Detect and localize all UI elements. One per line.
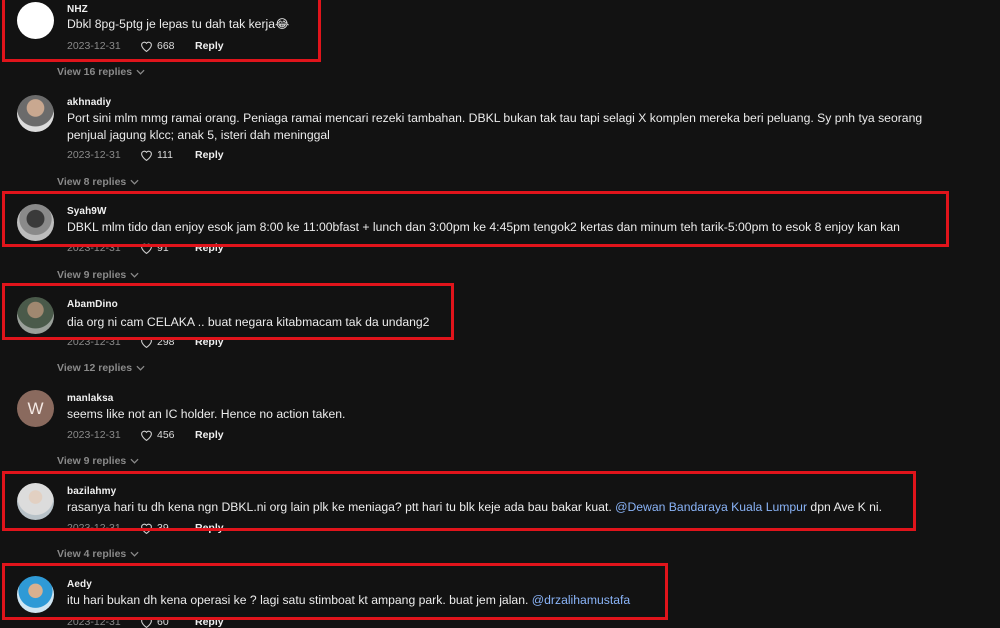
comment-meta: 2023-12-31 668 Reply bbox=[67, 40, 224, 52]
comment-text: Dbkl 8pg-5ptg je lepas tu dah tak kerja😂 bbox=[67, 17, 290, 31]
view-replies-button[interactable]: View 4 replies bbox=[57, 548, 139, 560]
view-replies-button[interactable]: View 12 replies bbox=[57, 362, 145, 374]
view-replies-button[interactable]: View 9 replies bbox=[57, 269, 139, 281]
chevron-down-icon bbox=[136, 69, 145, 75]
comment-meta: 2023-12-31 456 Reply bbox=[67, 429, 224, 441]
view-replies-button[interactable]: View 16 replies bbox=[57, 66, 145, 78]
like-button[interactable]: 456 bbox=[140, 429, 195, 441]
mention-link[interactable]: @drzalihamustafa bbox=[532, 593, 630, 607]
like-button[interactable]: 298 bbox=[140, 336, 195, 348]
reply-button[interactable]: Reply bbox=[195, 149, 224, 161]
comment-text: rasanya hari tu dh kena ngn DBKL.ni org … bbox=[67, 499, 967, 516]
like-count: 456 bbox=[157, 429, 175, 441]
heart-icon bbox=[141, 150, 152, 161]
heart-icon bbox=[141, 337, 152, 348]
like-button[interactable]: 111 bbox=[140, 149, 195, 161]
comment-meta: 2023-12-31 111 Reply bbox=[67, 149, 224, 161]
view-replies-label: View 9 replies bbox=[57, 455, 127, 467]
highlight-box bbox=[2, 283, 454, 340]
comment-username[interactable]: bazilahmy bbox=[67, 486, 116, 497]
comment-username[interactable]: NHZ bbox=[67, 4, 88, 15]
heart-icon bbox=[141, 430, 152, 441]
like-count: 60 bbox=[157, 616, 169, 628]
heart-icon bbox=[141, 243, 152, 254]
avatar[interactable] bbox=[17, 2, 54, 39]
comment-meta: 2023-12-31 91 Reply bbox=[67, 242, 224, 254]
like-count: 39 bbox=[157, 522, 169, 534]
reply-button[interactable]: Reply bbox=[195, 522, 224, 534]
comment-text: Port sini mlm mmg ramai orang. Peniaga r… bbox=[67, 111, 923, 142]
comment-meta: 2023-12-31 298 Reply bbox=[67, 336, 224, 348]
chevron-down-icon bbox=[136, 365, 145, 371]
comment-text: seems like not an IC holder. Hence no ac… bbox=[67, 407, 346, 421]
view-replies-label: View 8 replies bbox=[57, 176, 127, 188]
reply-button[interactable]: Reply bbox=[195, 336, 224, 348]
comment-date: 2023-12-31 bbox=[67, 336, 121, 348]
comment-meta: 2023-12-31 39 Reply bbox=[67, 522, 224, 534]
view-replies-label: View 9 replies bbox=[57, 269, 127, 281]
comment-text-tail: dpn Ave K ni. bbox=[810, 500, 883, 514]
view-replies-button[interactable]: View 8 replies bbox=[57, 176, 139, 188]
comment-date: 2023-12-31 bbox=[67, 242, 121, 254]
comment-date: 2023-12-31 bbox=[67, 429, 121, 441]
comment-text: DBKL mlm tido dan enjoy esok jam 8:00 ke… bbox=[67, 220, 900, 234]
like-button[interactable]: 668 bbox=[140, 40, 195, 52]
avatar[interactable]: W bbox=[17, 390, 54, 427]
comment-meta: 2023-12-31 60 Reply bbox=[67, 616, 224, 628]
avatar[interactable] bbox=[17, 95, 54, 132]
like-count: 298 bbox=[157, 336, 175, 348]
avatar[interactable] bbox=[17, 483, 54, 520]
avatar[interactable] bbox=[17, 297, 54, 334]
comment-text-body: itu hari bukan dh kena operasi ke ? lagi… bbox=[67, 593, 529, 607]
reply-button[interactable]: Reply bbox=[195, 242, 224, 254]
view-replies-label: View 12 replies bbox=[57, 362, 133, 374]
mention-link[interactable]: @Dewan Bandaraya Kuala Lumpur bbox=[615, 500, 807, 514]
comment-text: itu hari bukan dh kena operasi ke ? lagi… bbox=[67, 592, 967, 609]
comment-username[interactable]: akhnadiy bbox=[67, 97, 111, 108]
like-count: 668 bbox=[157, 40, 175, 52]
heart-icon bbox=[141, 41, 152, 52]
view-replies-label: View 16 replies bbox=[57, 66, 133, 78]
view-replies-button[interactable]: View 9 replies bbox=[57, 455, 139, 467]
view-replies-label: View 4 replies bbox=[57, 548, 127, 560]
heart-icon bbox=[141, 523, 152, 534]
chevron-down-icon bbox=[130, 179, 139, 185]
comment-username[interactable]: AbamDino bbox=[67, 299, 118, 310]
avatar-letter: W bbox=[27, 398, 44, 418]
avatar[interactable] bbox=[17, 204, 54, 241]
reply-button[interactable]: Reply bbox=[195, 429, 224, 441]
heart-icon bbox=[141, 617, 152, 628]
comment-username[interactable]: manlaksa bbox=[67, 393, 113, 404]
comment-date: 2023-12-31 bbox=[67, 522, 121, 534]
avatar[interactable] bbox=[17, 576, 54, 613]
like-button[interactable]: 39 bbox=[140, 522, 195, 534]
comment-username[interactable]: Aedy bbox=[67, 579, 92, 590]
comment-username[interactable]: Syah9W bbox=[67, 206, 107, 217]
like-count: 111 bbox=[157, 149, 173, 161]
like-button[interactable]: 91 bbox=[140, 242, 195, 254]
chevron-down-icon bbox=[130, 458, 139, 464]
like-count: 91 bbox=[157, 242, 169, 254]
like-button[interactable]: 60 bbox=[140, 616, 195, 628]
reply-button[interactable]: Reply bbox=[195, 40, 224, 52]
reply-button[interactable]: Reply bbox=[195, 616, 224, 628]
chevron-down-icon bbox=[130, 272, 139, 278]
comment-date: 2023-12-31 bbox=[67, 149, 121, 161]
comment-text: dia org ni cam CELAKA .. buat negara kit… bbox=[67, 315, 430, 329]
comment-text-body: rasanya hari tu dh kena ngn DBKL.ni org … bbox=[67, 500, 612, 514]
chevron-down-icon bbox=[130, 551, 139, 557]
comment-date: 2023-12-31 bbox=[67, 40, 121, 52]
comment-date: 2023-12-31 bbox=[67, 616, 121, 628]
